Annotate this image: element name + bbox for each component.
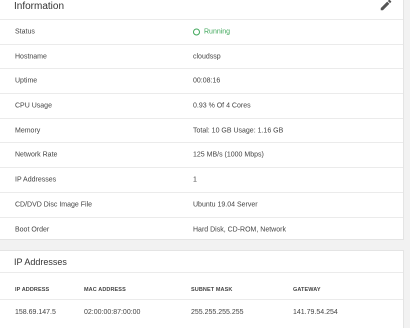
info-row-network-rate: Network Rate 125 MB/s (1000 Mbps): [0, 143, 403, 169]
status-text: Running: [204, 28, 231, 36]
ip-addresses-title: IP Addresses: [14, 257, 67, 267]
info-row-hostname: Hostname cloudssp: [0, 45, 403, 70]
info-label: Hostname: [15, 53, 47, 61]
ip-address-cell: 158.69.147.5: [15, 308, 56, 316]
mac-address-cell: 02:00:00:87:00:00: [84, 308, 141, 316]
edit-button[interactable]: [379, 0, 393, 12]
info-label: CPU Usage: [15, 102, 52, 110]
info-label: Boot Order: [15, 226, 50, 234]
ip-addresses-header: IP Addresses: [0, 251, 403, 273]
gateway-cell: 141.79.54.254: [293, 308, 338, 316]
column-header-gateway: GATEWAY: [293, 273, 403, 300]
running-status-icon: [193, 28, 200, 36]
info-row-ip-addresses: IP Addresses 1: [0, 168, 403, 193]
info-row-boot-order: Boot Order Hard Disk, CD-ROM, Network: [0, 218, 403, 243]
info-value: 1: [193, 176, 197, 184]
pencil-icon: [380, 0, 392, 11]
info-row-memory: Memory Total: 10 GB Usage: 1.16 GB: [0, 119, 403, 144]
info-row-uptime: Uptime 00:08:16: [0, 69, 403, 95]
info-row-cpu-usage: CPU Usage 0.93 % Of 4 Cores: [0, 94, 403, 119]
information-header: Information: [0, 0, 403, 20]
table-header-row: IP ADDRESS MAC ADDRESS SUBNET MASK GATEW…: [0, 273, 403, 300]
info-row-status: Status Running: [0, 20, 403, 45]
column-header-ip-address: IP ADDRESS: [0, 273, 84, 300]
ip-addresses-card: IP Addresses IP ADDRESS MAC ADDRESS SUBN…: [0, 250, 404, 328]
info-value: Total: 10 GB Usage: 1.16 GB: [193, 127, 284, 135]
column-header-mac-address: MAC ADDRESS: [84, 273, 191, 300]
info-value: 125 MB/s (1000 Mbps): [193, 151, 264, 159]
info-value: 00:08:16: [193, 77, 221, 85]
info-row-disc-image: CD/DVD Disc Image File Ubuntu 19.04 Serv…: [0, 193, 403, 218]
information-title: Information: [14, 1, 65, 12]
info-value: cloudssp: [193, 53, 221, 61]
information-card: Information Status Running Hostname clou…: [0, 0, 404, 240]
subnet-mask-cell: 255.255.255.255: [191, 308, 244, 316]
info-value: 0.93 % Of 4 Cores: [193, 102, 251, 110]
info-label: Status: [15, 28, 35, 36]
info-label: IP Addresses: [15, 176, 57, 184]
table-row: 158.69.147.5 02:00:00:87:00:00 255.255.2…: [0, 299, 403, 325]
info-label: CD/DVD Disc Image File: [15, 201, 93, 209]
info-label: Uptime: [15, 77, 38, 85]
column-header-subnet-mask: SUBNET MASK: [191, 273, 293, 300]
info-value: Ubuntu 19.04 Server: [193, 201, 258, 209]
info-label: Network Rate: [15, 151, 58, 159]
ip-addresses-table: IP ADDRESS MAC ADDRESS SUBNET MASK GATEW…: [0, 273, 403, 325]
info-value: Hard Disk, CD-ROM, Network: [193, 226, 286, 234]
info-label: Memory: [15, 127, 41, 135]
status-value: Running: [193, 28, 231, 36]
